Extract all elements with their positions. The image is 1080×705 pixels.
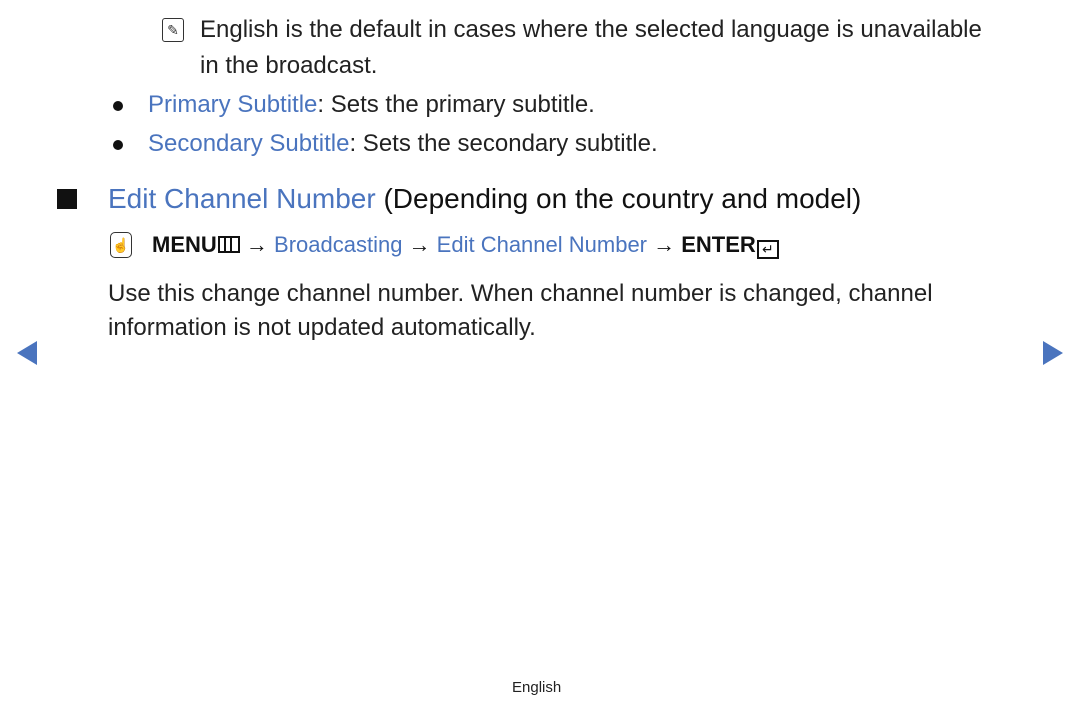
section-title: Edit Channel Number (Depending on the co… [108,179,861,219]
list-item: Secondary Subtitle: Sets the secondary s… [148,126,658,162]
hand-pointer-icon: ☝ [110,232,132,258]
section-square-icon [57,189,77,209]
section-title-main: Edit Channel Number [108,183,376,214]
edit-channel-number-link[interactable]: Edit Channel Number [437,232,647,257]
description-line-1: Use this change channel number. When cha… [108,280,933,307]
primary-subtitle-link[interactable]: Primary Subtitle [148,91,317,118]
bullet-icon [113,140,123,150]
arrow: → [239,232,275,257]
bullet-icon [113,101,123,111]
list-item-desc: : Sets the secondary subtitle. [349,130,658,157]
footer-language: English [512,679,562,696]
description-line-2: information is not updated automatically… [108,314,536,341]
menu-icon [217,236,240,253]
note-line-2: in the broadcast. [200,52,378,79]
note-icon: ✎ [162,18,184,42]
arrow: → [647,232,682,257]
arrow: → [402,232,437,257]
note-line-1: English is the default in cases where th… [200,16,982,43]
previous-page-arrow-icon[interactable] [17,341,37,365]
list-item-desc: : Sets the primary subtitle. [317,91,595,118]
enter-label: ENTER [681,232,756,257]
menu-path: MENU → Broadcasting → Edit Channel Numbe… [152,229,779,261]
secondary-subtitle-link[interactable]: Secondary Subtitle [148,130,349,157]
broadcasting-link[interactable]: Broadcasting [274,232,402,257]
menu-label: MENU [152,232,217,257]
section-title-qualifier: (Depending on the country and model) [375,183,862,214]
enter-icon: ↵ [756,240,779,259]
next-page-arrow-icon[interactable] [1043,341,1063,365]
list-item: Primary Subtitle: Sets the primary subti… [148,87,595,123]
